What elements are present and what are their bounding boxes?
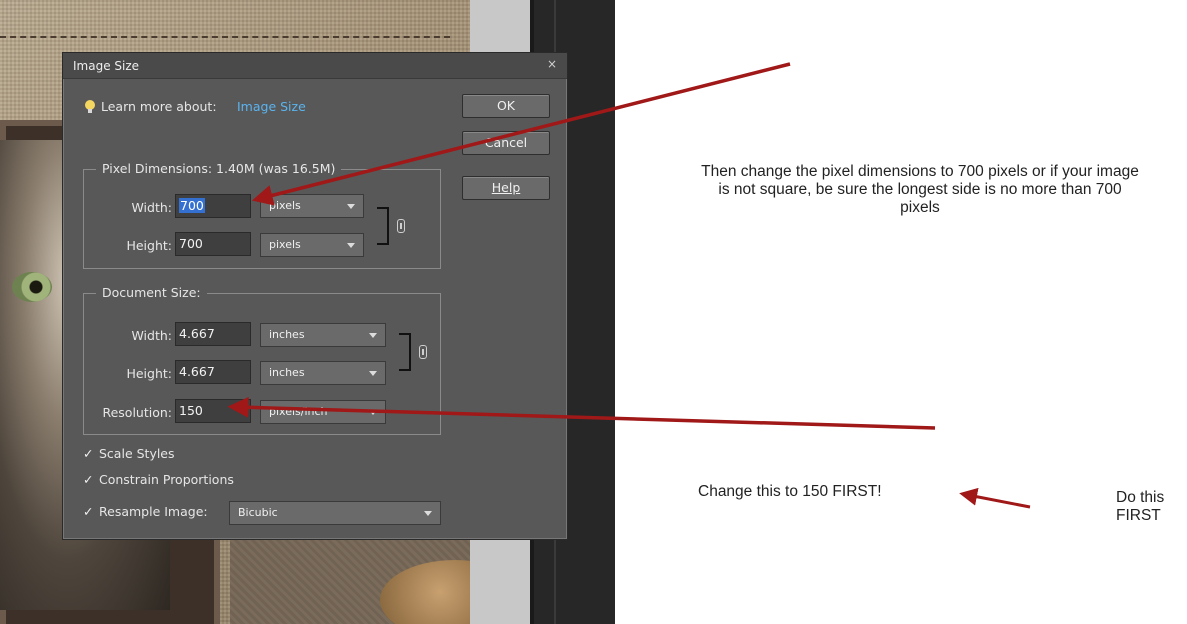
checkmark-icon: ✓ [83, 472, 94, 487]
image-size-dialog: Image Size × Learn more about: Image Siz… [62, 52, 568, 540]
resample-method-select[interactable]: Bicubic [229, 501, 441, 525]
pixel-width-input[interactable]: 700 [175, 194, 251, 218]
dialog-titlebar[interactable]: Image Size × [63, 53, 567, 79]
doc-width-input[interactable]: 4.667 [175, 322, 251, 346]
dropdown-caret-icon [369, 410, 377, 415]
resample-method: Bicubic [238, 506, 278, 519]
resolution-input[interactable]: 150 [175, 399, 251, 423]
document-size-legend: Document Size: [96, 285, 207, 300]
annotation-pixel-dimensions: Then change the pixel dimensions to 700 … [701, 163, 1139, 216]
pixel-width-label: Width: [131, 200, 172, 215]
pixel-constrain-bracket [377, 207, 389, 245]
dropdown-caret-icon [347, 243, 355, 248]
lightbulb-icon [85, 100, 95, 114]
pixel-width-value: 700 [179, 198, 205, 213]
doc-width-unit: inches [269, 328, 305, 341]
doc-height-unit: inches [269, 366, 305, 379]
chain-link-icon [397, 219, 405, 233]
doc-height-unit-select[interactable]: inches [260, 361, 386, 385]
resolution-unit-select[interactable]: pixels/inch [260, 400, 386, 424]
doc-height-label: Height: [126, 366, 172, 381]
checkmark-icon: ✓ [83, 446, 94, 461]
scale-styles-label: Scale Styles [99, 446, 175, 461]
help-button-label: Help [491, 180, 521, 195]
constrain-proportions-label: Constrain Proportions [99, 472, 234, 487]
resolution-label: Resolution: [102, 405, 172, 420]
resolution-unit: pixels/inch [269, 405, 328, 418]
doc-width-label: Width: [131, 328, 172, 343]
pixel-dimensions-legend: Pixel Dimensions: 1.40M (was 16.5M) [96, 161, 342, 176]
help-button[interactable]: Help [462, 176, 550, 200]
learn-more-label: Learn more about: [101, 99, 217, 114]
pixel-height-unit: pixels [269, 238, 301, 251]
dropdown-caret-icon [347, 204, 355, 209]
checkmark-icon: ✓ [83, 504, 94, 519]
annotation-do-first: Do this FIRST [1116, 489, 1165, 524]
pixel-width-unit: pixels [269, 199, 301, 212]
pixel-height-input[interactable]: 700 [175, 232, 251, 256]
close-icon[interactable]: × [545, 57, 559, 73]
dropdown-caret-icon [369, 333, 377, 338]
dropdown-caret-icon [369, 371, 377, 376]
doc-constrain-bracket [399, 333, 411, 371]
annotation-resolution: Change this to 150 FIRST! [698, 483, 882, 500]
ok-button[interactable]: OK [462, 94, 550, 118]
cancel-button[interactable]: Cancel [462, 131, 550, 155]
pixel-height-label: Height: [126, 238, 172, 253]
pixel-width-unit-select[interactable]: pixels [260, 194, 364, 218]
cat-eye [12, 272, 52, 302]
scale-styles-checkbox[interactable]: ✓ Scale Styles [83, 446, 175, 461]
doc-width-unit-select[interactable]: inches [260, 323, 386, 347]
resample-image-label: Resample Image: [99, 504, 208, 519]
learn-more-link[interactable]: Image Size [237, 99, 306, 114]
chain-link-icon [419, 345, 427, 359]
stitch-line [0, 36, 450, 38]
dialog-title: Image Size [73, 59, 140, 73]
constrain-proportions-checkbox[interactable]: ✓ Constrain Proportions [83, 472, 234, 487]
dropdown-caret-icon [424, 511, 432, 516]
arrow-to-note [959, 487, 1031, 509]
doc-height-input[interactable]: 4.667 [175, 360, 251, 384]
pixel-height-unit-select[interactable]: pixels [260, 233, 364, 257]
resample-image-checkbox[interactable]: ✓ Resample Image: [83, 504, 208, 519]
